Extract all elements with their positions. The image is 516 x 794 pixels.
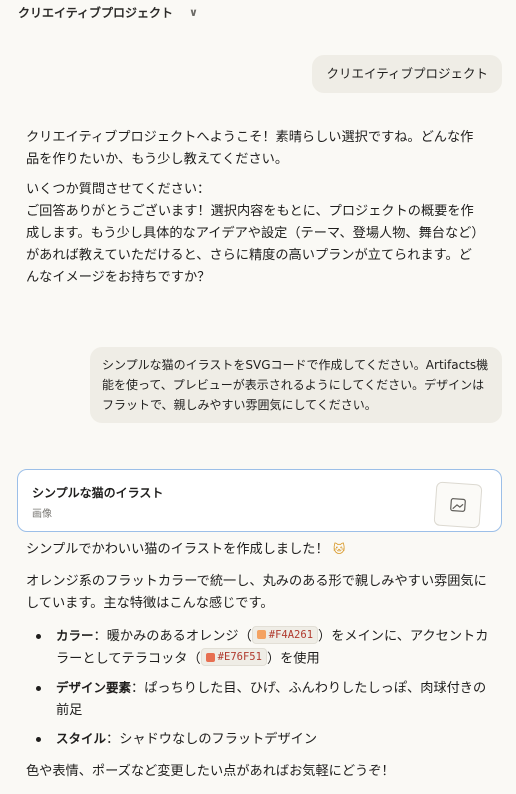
- color-code-chip: #E76F51: [200, 648, 267, 666]
- artifact-card[interactable]: シンプルな猫のイラスト 画像: [17, 469, 502, 532]
- color-swatch: [256, 630, 266, 639]
- cat-emoji-icon: 🐱: [332, 542, 346, 556]
- assistant-message-1: クリエイティブプロジェクトへようこそ！素晴らしい選択ですね。どんな作品を作りたい…: [26, 127, 482, 297]
- feature-label: カラー: [56, 628, 94, 643]
- assistant-paragraph: シンプルでかわいい猫のイラストを作成しました！ 🐱: [26, 538, 492, 561]
- artifact-title: シンプルな猫のイラスト: [32, 486, 164, 500]
- list-item: スタイル：シャドウなしのフラットデザイン: [26, 728, 492, 751]
- conversation-title: クリエイティブプロジェクト: [18, 5, 174, 20]
- assistant-line: ご回答ありがとうございます！選択内容をもとに、プロジェクトの概要を作成します。も…: [26, 204, 478, 285]
- feature-text: ：暖かみのあるオレンジ（: [93, 629, 252, 644]
- image-icon: [433, 481, 483, 529]
- user-message-2: シンプルな猫のイラストをSVGコードで作成してください。Artifacts機能を…: [90, 347, 502, 423]
- assistant-text: シンプルでかわいい猫のイラストを作成しました！: [26, 542, 329, 557]
- color-code: #F4A261: [268, 628, 314, 641]
- assistant-paragraph: 色や表情、ポーズなど変更したい点があればお気軽にどうぞ！: [26, 763, 395, 779]
- user-message-1: クリエイティブプロジェクト: [312, 55, 502, 93]
- assistant-line: いくつか質問させてください：: [26, 182, 211, 197]
- color-code: #E76F51: [217, 651, 262, 663]
- artifact-subtitle: 画像: [32, 509, 52, 520]
- color-swatch: [205, 652, 215, 662]
- feature-text: ）を使用: [266, 651, 320, 667]
- list-item: デザイン要素：ぱっちりした目、ひげ、ふんわりしたしっぽ、肉球付きの前足: [26, 677, 492, 722]
- user-message-text: シンプルな猫のイラストをSVGコードで作成してください。Artifacts機能を…: [102, 358, 489, 412]
- feature-label: スタイル: [56, 730, 107, 746]
- assistant-paragraph: いくつか質問させてください： ご回答ありがとうございます！選択内容をもとに、プロジ…: [26, 179, 482, 289]
- feature-label: デザイン要素: [56, 679, 132, 695]
- conversation-title-dropdown[interactable]: クリエイティブプロジェクト ∨: [18, 2, 198, 22]
- assistant-message-2: シンプルでかわいい猫のイラストを作成しました！ 🐱 オレンジ系のフラットカラーで…: [26, 538, 492, 793]
- feature-text: ：シャドウなしのフラットデザイン: [106, 731, 318, 747]
- feature-list: カラー：暖かみのあるオレンジ（ #F4A261 ）をメインに、アクセントカラーとして…: [26, 625, 492, 751]
- list-item: カラー：暖かみのあるオレンジ（ #F4A261 ）をメインに、アクセントカラーとして…: [26, 625, 492, 671]
- chevron-down-icon: ∨: [189, 5, 198, 19]
- color-code-chip: #F4A261: [251, 625, 319, 644]
- assistant-paragraph: オレンジ系のフラットカラーで統一し、丸みのある形で親しみやすい雰囲気にしています…: [26, 574, 487, 611]
- user-message-text: クリエイティブプロジェクト: [326, 66, 488, 81]
- assistant-paragraph: クリエイティブプロジェクトへようこそ！素晴らしい選択ですね。どんな作品を作りたい…: [26, 130, 474, 167]
